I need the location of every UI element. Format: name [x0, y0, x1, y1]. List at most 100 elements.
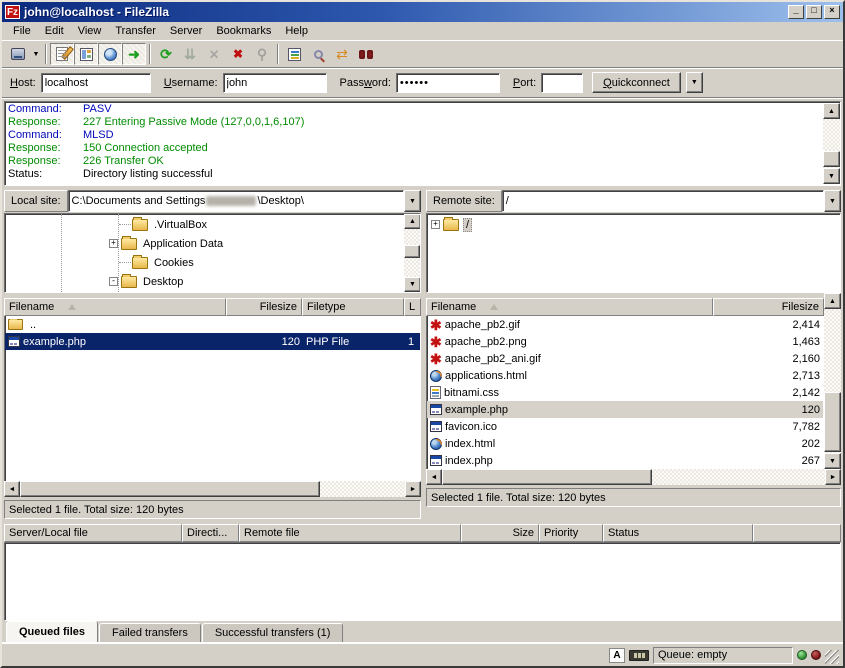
site-manager-dropdown[interactable]: ▼ — [30, 43, 42, 65]
scroll-up-icon[interactable]: ▲ — [823, 103, 840, 119]
menu-edit[interactable]: Edit — [38, 23, 71, 39]
menu-view[interactable]: View — [71, 23, 109, 39]
column-filetype[interactable]: Filetype — [302, 298, 404, 316]
scrollbar-thumb[interactable] — [20, 481, 320, 497]
local-status: Selected 1 file. Total size: 120 bytes — [4, 500, 421, 519]
tree-item-virtualbox[interactable]: .VirtualBox — [5, 215, 404, 234]
local-hscrollbar[interactable]: ◄ ► — [4, 481, 421, 497]
scroll-down-icon[interactable]: ▼ — [404, 277, 421, 292]
scroll-down-icon[interactable]: ▼ — [823, 168, 840, 184]
process-queue-button[interactable]: ⇊ — [178, 43, 202, 65]
password-input[interactable] — [396, 73, 500, 93]
scrollbar-thumb[interactable] — [404, 245, 420, 258]
filter-button[interactable] — [282, 43, 306, 65]
column-filesize[interactable]: Filesize — [713, 298, 824, 316]
tree-item-cookies[interactable]: Cookies — [5, 253, 404, 272]
scroll-down-icon[interactable]: ▼ — [824, 453, 841, 469]
column-filename[interactable]: Filename — [4, 298, 226, 316]
ascii-mode-icon[interactable]: A — [609, 648, 625, 663]
tab-successful-transfers[interactable]: Successful transfers (1) — [202, 623, 344, 642]
scroll-right-icon[interactable]: ► — [825, 469, 841, 485]
remote-hscrollbar[interactable]: ◄ ► — [426, 469, 841, 485]
column-last-modified[interactable]: L — [404, 298, 421, 316]
toggle-queue-button[interactable]: ➜ — [122, 43, 146, 65]
file-row[interactable]: ✱apache_pb2.gif 2,414 — [427, 316, 823, 333]
remote-site-label: Remote site: — [426, 190, 502, 212]
scroll-up-icon[interactable]: ▲ — [404, 214, 421, 229]
column-status[interactable]: Status — [603, 524, 753, 542]
log-line: Response:150 Connection accepted — [5, 142, 823, 155]
toggle-log-button[interactable] — [50, 43, 74, 65]
find-files-button[interactable] — [354, 43, 378, 65]
speed-limit-icon[interactable] — [629, 650, 649, 661]
queue-body — [4, 542, 841, 621]
file-row[interactable]: index.php 267 — [427, 452, 823, 469]
column-direction[interactable]: Directi... — [182, 524, 239, 542]
file-row[interactable]: index.html 202 — [427, 435, 823, 452]
tree-item-desktop[interactable]: - Desktop — [5, 272, 404, 291]
column-remote-file[interactable]: Remote file — [239, 524, 461, 542]
refresh-button[interactable]: ⟳ — [154, 43, 178, 65]
site-manager-button[interactable] — [6, 43, 30, 65]
scroll-left-icon[interactable]: ◄ — [426, 469, 442, 485]
tab-failed-transfers[interactable]: Failed transfers — [99, 623, 201, 642]
directory-comparison-button[interactable] — [306, 43, 330, 65]
toggle-local-tree-button[interactable] — [74, 43, 98, 65]
reconnect-button[interactable]: ⚲ — [250, 43, 274, 65]
local-tree-scrollbar[interactable]: ▲ ▼ — [404, 214, 420, 292]
file-row[interactable]: ✱apache_pb2.png 1,463 — [427, 333, 823, 350]
file-row[interactable]: applications.html 2,713 — [427, 367, 823, 384]
column-filesize[interactable]: Filesize — [226, 298, 302, 316]
tree-item-root[interactable]: + / — [427, 215, 840, 234]
username-input[interactable] — [223, 73, 327, 93]
maximize-button[interactable]: □ — [806, 5, 822, 19]
synchronized-browsing-button[interactable]: ⇄ — [330, 43, 354, 65]
scrollbar-thumb[interactable] — [442, 469, 652, 485]
scrollbar-thumb[interactable] — [823, 151, 840, 167]
local-pane: Local site: C:\Documents and Settings\De… — [4, 190, 421, 520]
scroll-left-icon[interactable]: ◄ — [4, 481, 20, 497]
tab-queued-files[interactable]: Queued files — [6, 621, 98, 642]
tree-item-application-data[interactable]: + Application Data — [5, 234, 404, 253]
minimize-button[interactable]: _ — [788, 5, 804, 19]
file-row[interactable]: ✱apache_pb2_ani.gif 2,160 — [427, 350, 823, 367]
log-scrollbar[interactable]: ▲ ▼ — [823, 103, 840, 184]
cancel-button[interactable]: 🗙 — [202, 43, 226, 65]
quickconnect-button[interactable]: Quickconnect — [592, 72, 681, 93]
reconnect-icon: ⚲ — [257, 47, 267, 61]
scroll-right-icon[interactable]: ► — [405, 481, 421, 497]
quickconnect-dropdown[interactable]: ▼ — [686, 72, 703, 93]
local-site-path[interactable]: C:\Documents and Settings\Desktop\ — [68, 190, 404, 212]
file-row-parent[interactable]: .. — [5, 316, 420, 333]
menu-file[interactable]: File — [6, 23, 38, 39]
host-input[interactable] — [41, 73, 151, 93]
folder-icon — [121, 238, 137, 250]
close-button[interactable]: × — [824, 5, 840, 19]
file-row[interactable]: favicon.ico 7,782 — [427, 418, 823, 435]
port-input[interactable] — [541, 73, 583, 93]
file-row[interactable]: bitnami.css 2,142 — [427, 384, 823, 401]
column-filename[interactable]: Filename — [426, 298, 713, 316]
menu-transfer[interactable]: Transfer — [108, 23, 163, 39]
file-row-example-php[interactable]: example.php 120 PHP File 1 — [5, 333, 420, 350]
local-site-dropdown[interactable]: ▼ — [404, 190, 421, 212]
scroll-up-icon[interactable]: ▲ — [824, 293, 841, 309]
menu-bookmarks[interactable]: Bookmarks — [209, 23, 278, 39]
file-row-example-php[interactable]: example.php 120 — [427, 401, 823, 418]
expand-icon[interactable]: + — [431, 220, 440, 229]
column-priority[interactable]: Priority — [539, 524, 603, 542]
remote-site-path[interactable]: / — [502, 190, 824, 212]
menu-help[interactable]: Help — [278, 23, 315, 39]
menu-server[interactable]: Server — [163, 23, 209, 39]
collapse-icon[interactable]: - — [109, 277, 118, 286]
remote-site-dropdown[interactable]: ▼ — [824, 190, 841, 212]
toggle-remote-tree-button[interactable] — [98, 43, 122, 65]
remote-list-scrollbar[interactable]: ▲ ▼ — [824, 293, 841, 469]
column-server-local-file[interactable]: Server/Local file — [4, 524, 182, 542]
expand-icon[interactable]: + — [109, 239, 118, 248]
disconnect-button[interactable]: ✖ — [226, 43, 250, 65]
column-size[interactable]: Size — [461, 524, 539, 542]
scrollbar-thumb[interactable] — [824, 392, 841, 452]
html-file-icon — [430, 438, 442, 450]
resize-grip[interactable] — [825, 650, 839, 664]
